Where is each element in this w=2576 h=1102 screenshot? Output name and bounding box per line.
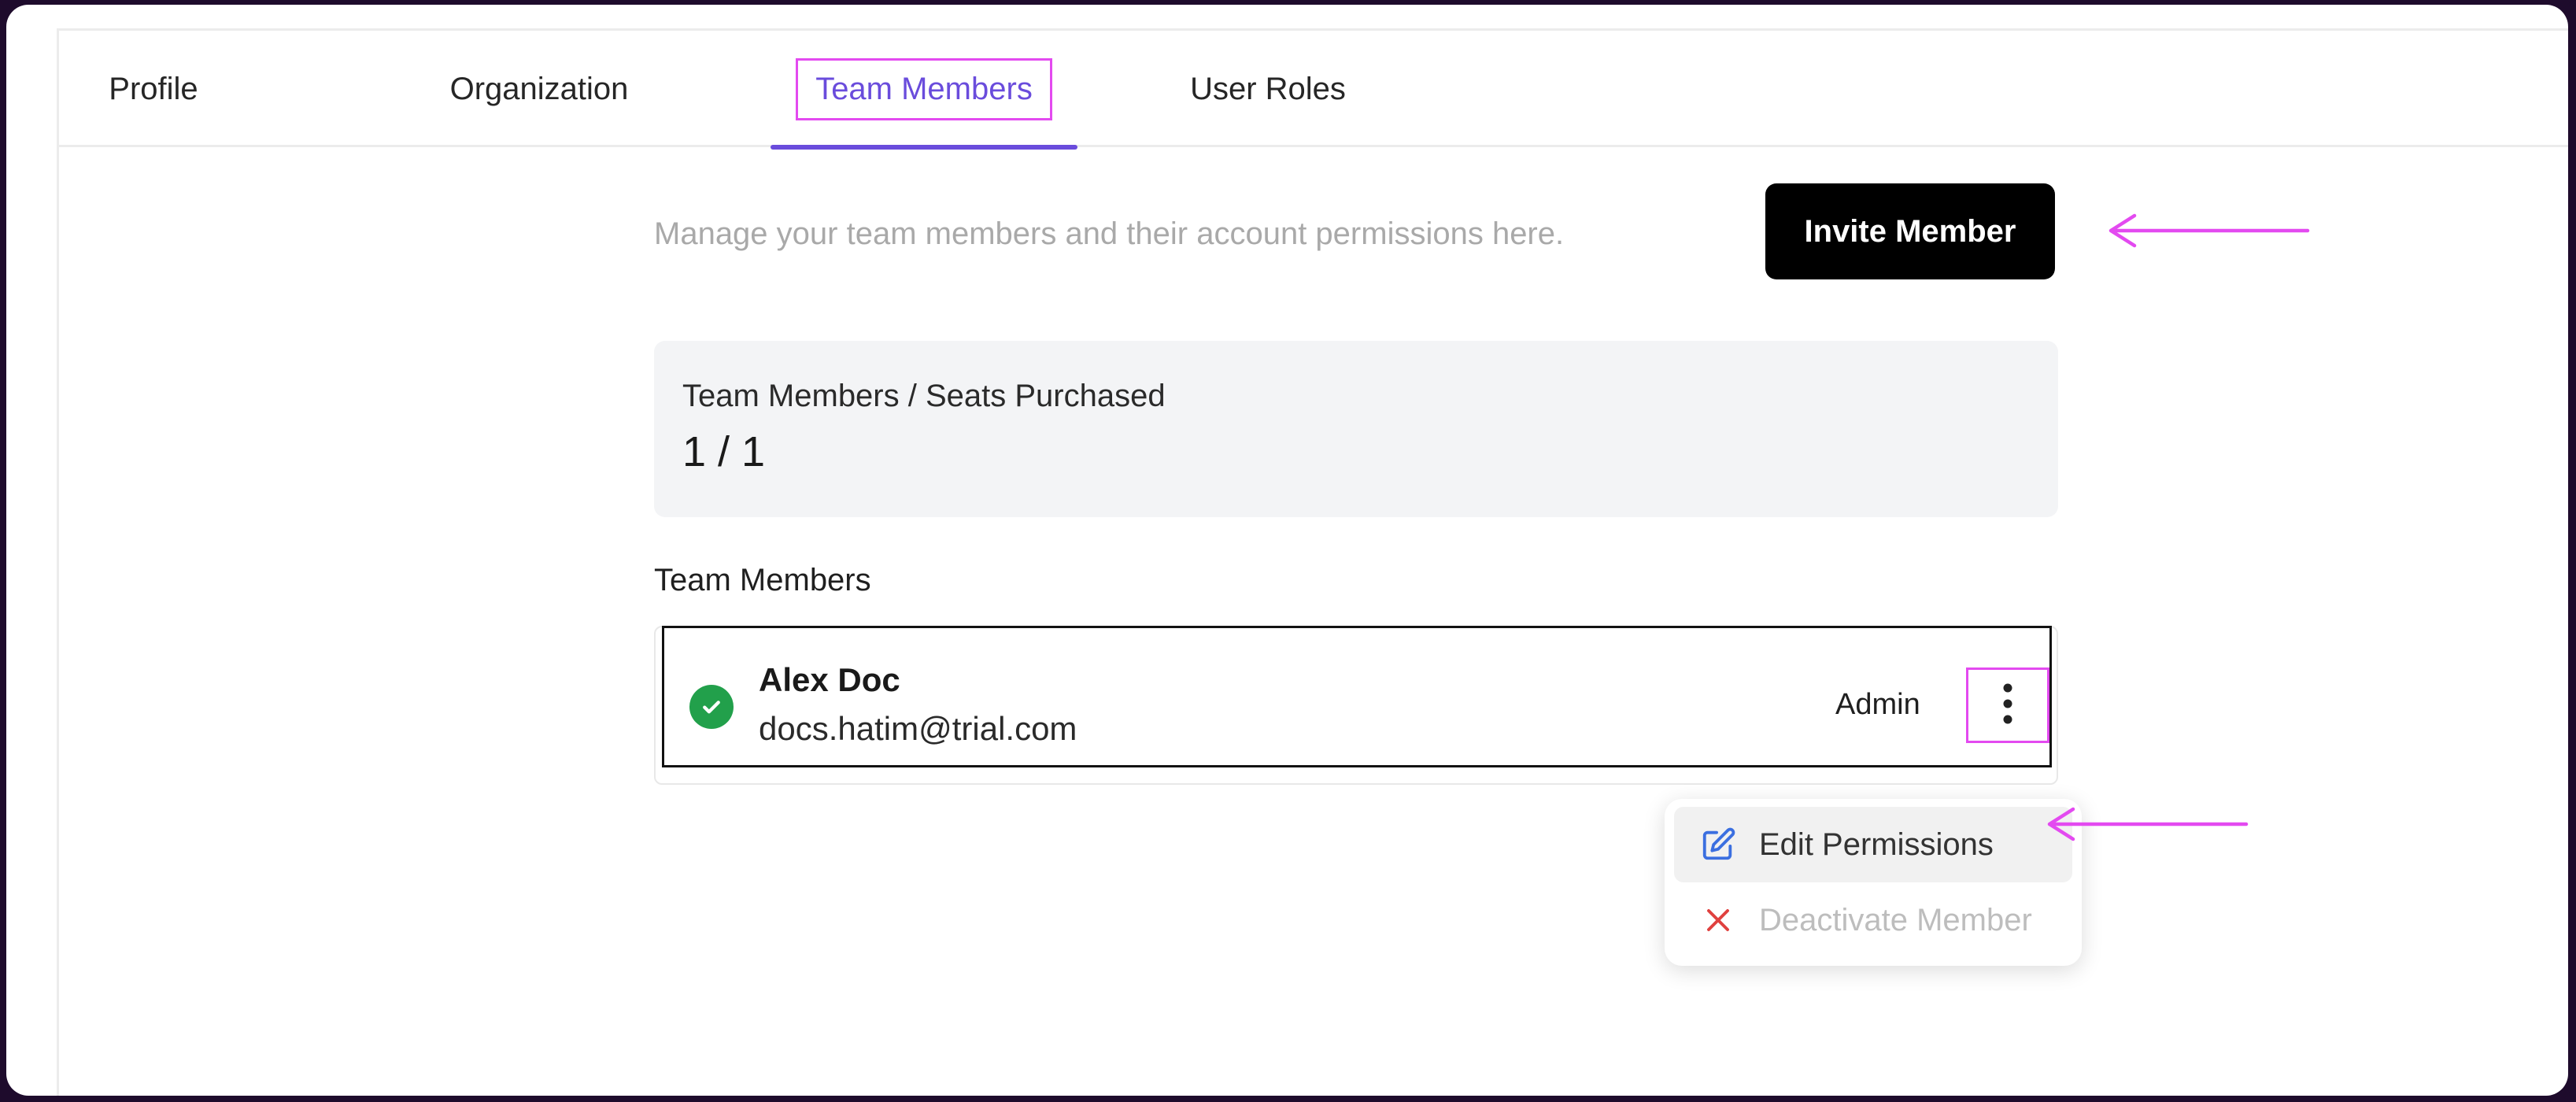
more-vertical-icon bbox=[2002, 682, 2013, 729]
tab-bar: Profile Organization Team Members User R… bbox=[59, 31, 2568, 150]
tab-label: Team Members bbox=[796, 57, 1052, 120]
member-role: Admin bbox=[1835, 688, 1920, 721]
member-name: Alex Doc bbox=[759, 661, 900, 698]
seats-label: Team Members / Seats Purchased bbox=[682, 379, 1166, 413]
menu-item-deactivate-member[interactable]: Deactivate Member bbox=[1674, 882, 2072, 958]
seats-value: 1 / 1 bbox=[682, 428, 766, 475]
menu-item-label: Edit Permissions bbox=[1759, 826, 1994, 862]
member-row[interactable]: Alex Doc docs.hatim@trial.com Admin bbox=[662, 626, 2052, 767]
members-section-title: Team Members bbox=[654, 563, 871, 597]
invite-member-button[interactable]: Invite Member bbox=[1765, 183, 2055, 279]
annotation-arrow-icon bbox=[2108, 213, 2310, 248]
tab-organization[interactable]: Organization bbox=[413, 31, 665, 147]
menu-item-label: Deactivate Member bbox=[1759, 902, 2032, 937]
seats-summary-card: Team Members / Seats Purchased 1 / 1 bbox=[654, 341, 2058, 517]
menu-item-edit-permissions[interactable]: Edit Permissions bbox=[1674, 807, 2072, 882]
tab-label: User Roles bbox=[1190, 71, 1346, 106]
tab-user-roles[interactable]: User Roles bbox=[1150, 31, 1386, 147]
active-status-icon bbox=[689, 685, 734, 729]
tab-team-members[interactable]: Team Members bbox=[771, 31, 1077, 150]
member-actions-button[interactable] bbox=[1966, 667, 2049, 743]
tab-profile[interactable]: Profile bbox=[59, 31, 248, 147]
app-window: Profile Organization Team Members User R… bbox=[6, 5, 2568, 1096]
close-icon bbox=[1698, 900, 1739, 941]
settings-panel: Profile Organization Team Members User R… bbox=[57, 28, 2568, 1096]
tab-label: Organization bbox=[449, 71, 629, 106]
edit-icon bbox=[1698, 824, 1739, 865]
tab-label: Profile bbox=[109, 71, 198, 106]
member-actions-menu: Edit Permissions Deactivate Member bbox=[1665, 799, 2082, 966]
member-email: docs.hatim@trial.com bbox=[759, 710, 1077, 747]
annotation-arrow-icon bbox=[2047, 807, 2249, 841]
page-description: Manage your team members and their accou… bbox=[654, 216, 1565, 251]
